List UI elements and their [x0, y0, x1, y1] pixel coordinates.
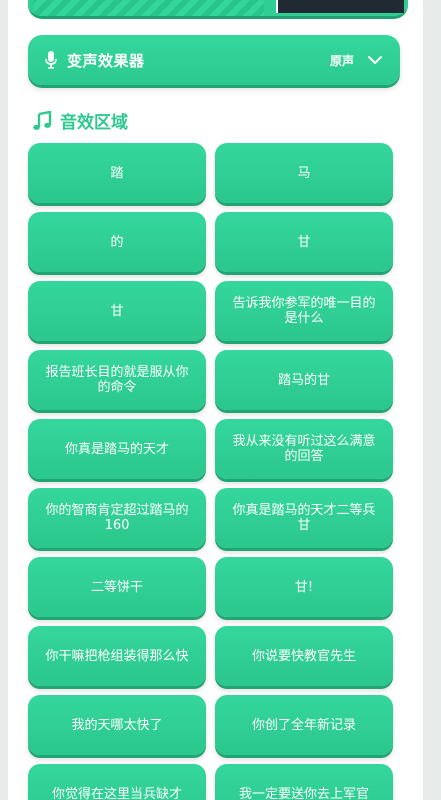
sound-button[interactable]: 你的智商肯定超过踏马的160 [28, 488, 206, 548]
sound-button[interactable]: 你觉得在这里当兵缺才 [28, 764, 206, 800]
sound-button[interactable]: 我一定要送你去上军官 [215, 764, 393, 800]
sound-button[interactable]: 的 [28, 212, 206, 272]
sound-button[interactable]: 甘 [215, 212, 393, 272]
sound-section-title: 音效区域 [60, 113, 128, 133]
sound-button[interactable]: 我的天哪太快了 [28, 695, 206, 755]
banner-image [276, 0, 404, 13]
sound-button[interactable]: 甘! [215, 557, 393, 617]
sound-button[interactable]: 报告班长目的就是服从你的命令 [28, 350, 206, 410]
voice-changer-current-value: 原声 [329, 53, 354, 68]
sound-button[interactable]: 踏 [28, 143, 206, 203]
chevron-down-icon[interactable] [368, 55, 382, 65]
top-banner[interactable] [28, 0, 408, 19]
sound-button[interactable]: 你真是踏马的天才二等兵甘 [215, 488, 393, 548]
sound-button[interactable]: 踏马的甘 [215, 350, 393, 410]
sound-button[interactable]: 告诉我你参军的唯一目的是什么 [215, 281, 393, 341]
sound-section-header: 音效区域 [32, 108, 128, 133]
sound-button[interactable]: 你干嘛把枪组装得那么快 [28, 626, 206, 686]
banner-pattern [34, 0, 264, 16]
sound-button-grid: 踏 马 的 甘 甘 告诉我你参军的唯一目的是什么 报告班长目的就是服从你的命令 … [28, 143, 402, 800]
sound-button[interactable]: 我从来没有听过这么满意的回答 [215, 419, 393, 479]
sound-button[interactable]: 马 [215, 143, 393, 203]
sound-button[interactable]: 你创了全年新记录 [215, 695, 393, 755]
voice-changer-selector[interactable]: 变声效果器 原声 [28, 35, 400, 85]
app-panel: 变声效果器 原声 音效区域 踏 马 的 甘 甘 告诉我你参军的唯一目的是什么 报… [8, 0, 423, 800]
sound-button[interactable]: 甘 [28, 281, 206, 341]
voice-changer-title: 变声效果器 [67, 51, 145, 70]
sound-button[interactable]: 你说要快教官先生 [215, 626, 393, 686]
sound-button[interactable]: 二等饼干 [28, 557, 206, 617]
music-note-icon [33, 110, 52, 130]
microphone-icon [45, 51, 57, 69]
sound-button[interactable]: 你真是踏马的天才 [28, 419, 206, 479]
